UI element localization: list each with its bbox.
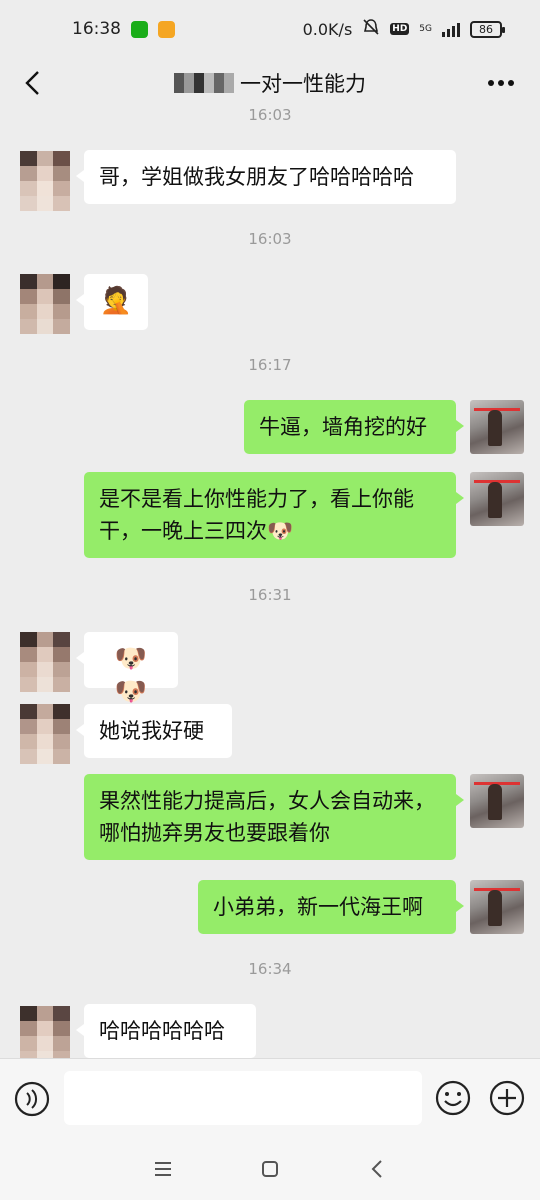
doge-emoji: 🐶🐶 <box>114 644 148 707</box>
avatar-mosaic <box>20 704 70 764</box>
timestamp: 16:03 <box>248 230 292 248</box>
contact-avatar[interactable] <box>20 274 70 334</box>
notes-notification-icon <box>158 20 175 38</box>
back-arrow-icon[interactable] <box>16 66 50 100</box>
avatar-mosaic <box>20 151 70 211</box>
back-nav-icon[interactable] <box>362 1154 392 1184</box>
chat-header: 一对一性能力 <box>0 58 540 108</box>
status-bar-right: 0.0K/s HD 5G 86 <box>302 18 505 40</box>
contact-avatar[interactable] <box>20 632 70 692</box>
facepalm-emoji: 🤦 <box>99 286 133 316</box>
contact-avatar[interactable] <box>20 151 70 211</box>
home-icon[interactable] <box>255 1154 285 1184</box>
my-avatar[interactable] <box>470 774 524 828</box>
more-dots-icon[interactable] <box>484 66 518 100</box>
message-input[interactable] <box>64 1071 422 1125</box>
blurred-contact-name <box>174 73 234 93</box>
message-text: 小弟弟，新一代海王啊 <box>213 895 423 919</box>
message-bubble-outgoing[interactable]: 小弟弟，新一代海王啊 <box>198 880 464 934</box>
my-avatar[interactable] <box>470 880 524 934</box>
contact-avatar[interactable] <box>20 1006 70 1066</box>
message-bubble-outgoing[interactable]: 是不是看上你性能力了，看上你能干，一晚上三四次🐶 <box>84 472 464 558</box>
message-bubble-incoming[interactable]: 她说我好硬 <box>76 704 232 758</box>
message-bubble-outgoing[interactable]: 牛逼，墙角挖的好 <box>244 400 464 454</box>
wechat-notification-icon <box>131 20 148 38</box>
mute-bell-icon <box>362 18 380 40</box>
my-avatar[interactable] <box>470 472 524 526</box>
emoji-icon[interactable] <box>434 1079 472 1117</box>
timestamp: 16:03 <box>248 106 292 124</box>
message-bubble-incoming[interactable]: 🤦 <box>76 274 148 330</box>
system-navigation-bar <box>0 1138 540 1200</box>
message-text: 牛逼，墙角挖的好 <box>259 415 427 439</box>
voice-icon[interactable] <box>12 1079 52 1119</box>
network-speed: 0.0K/s <box>302 19 353 39</box>
page-title: 一对一性能力 <box>240 72 366 96</box>
message-text: 果然性能力提高后，女人会自动来，哪怕抛弃男友也要跟着你 <box>99 789 435 845</box>
network-type: 5G <box>419 23 432 34</box>
contact-avatar[interactable] <box>20 704 70 764</box>
status-bar: 16:38 0.0K/s HD 5G 86 <box>0 0 540 58</box>
message-bubble-incoming[interactable]: 哥，学姐做我女朋友了哈哈哈哈哈 <box>76 150 456 204</box>
chat-title: 一对一性能力 <box>174 68 366 98</box>
status-bar-left: 16:38 <box>72 19 175 39</box>
avatar-mosaic <box>20 1006 70 1066</box>
avatar-mosaic <box>20 274 70 334</box>
message-bubble-outgoing[interactable]: 果然性能力提高后，女人会自动来，哪怕抛弃男友也要跟着你 <box>84 774 464 860</box>
message-bubble-incoming[interactable]: 🐶🐶 <box>76 632 178 707</box>
menu-icon[interactable] <box>148 1154 178 1184</box>
timestamp: 16:34 <box>248 960 292 978</box>
message-text: 哥，学姐做我女朋友了哈哈哈哈哈 <box>99 165 414 189</box>
input-bar <box>0 1058 540 1138</box>
hd-badge: HD <box>390 23 410 35</box>
timestamp: 16:17 <box>248 356 292 374</box>
signal-icon <box>442 21 460 37</box>
my-avatar[interactable] <box>470 400 524 454</box>
plus-icon[interactable] <box>488 1079 526 1117</box>
message-text: 她说我好硬 <box>99 719 204 743</box>
message-text: 哈哈哈哈哈哈 <box>99 1019 225 1043</box>
timestamp: 16:31 <box>248 586 292 604</box>
battery-icon: 86 <box>470 20 505 38</box>
avatar-mosaic <box>20 632 70 692</box>
message-bubble-incoming[interactable]: 哈哈哈哈哈哈 <box>76 1004 256 1058</box>
status-time: 16:38 <box>72 19 121 39</box>
message-text: 是不是看上你性能力了，看上你能干，一晚上三四次🐶 <box>99 487 414 543</box>
